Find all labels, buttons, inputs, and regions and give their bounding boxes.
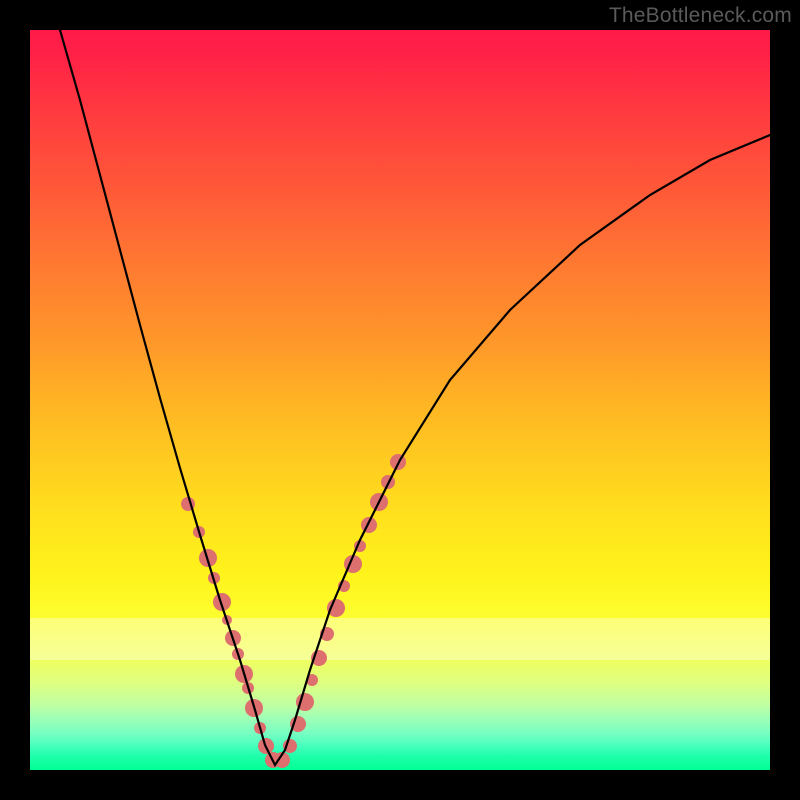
marker-dot	[254, 722, 266, 734]
marker-dot	[193, 526, 205, 538]
marker-dot	[265, 752, 281, 768]
marker-dot	[258, 738, 274, 754]
marker-dot	[370, 493, 388, 511]
plot-area	[30, 30, 770, 770]
marker-dot	[181, 497, 195, 511]
marker-dot	[344, 555, 362, 573]
bottleneck-curve	[60, 30, 770, 765]
marker-dot	[361, 517, 377, 533]
highlight-band	[30, 618, 770, 660]
marker-dot	[354, 540, 366, 552]
markers-group	[181, 454, 406, 768]
marker-dot	[290, 716, 306, 732]
marker-dot	[311, 650, 327, 666]
marker-dot	[232, 648, 244, 660]
marker-dot	[222, 615, 232, 625]
marker-dot	[235, 665, 253, 683]
marker-dot	[296, 693, 314, 711]
watermark-text: TheBottleneck.com	[609, 4, 792, 28]
marker-dot	[274, 752, 290, 768]
marker-dot	[242, 682, 254, 694]
marker-dot	[320, 627, 334, 641]
curve-layer	[30, 30, 770, 770]
chart-frame: TheBottleneck.com	[0, 0, 800, 800]
marker-dot	[327, 599, 345, 617]
marker-dot	[245, 699, 263, 717]
marker-dot	[390, 454, 406, 470]
marker-dot	[199, 549, 217, 567]
marker-dot	[338, 580, 350, 592]
marker-dot	[208, 572, 220, 584]
marker-dot	[381, 475, 395, 489]
marker-dot	[306, 674, 318, 686]
marker-dot	[225, 630, 241, 646]
marker-dot	[283, 739, 297, 753]
marker-dot	[213, 593, 231, 611]
